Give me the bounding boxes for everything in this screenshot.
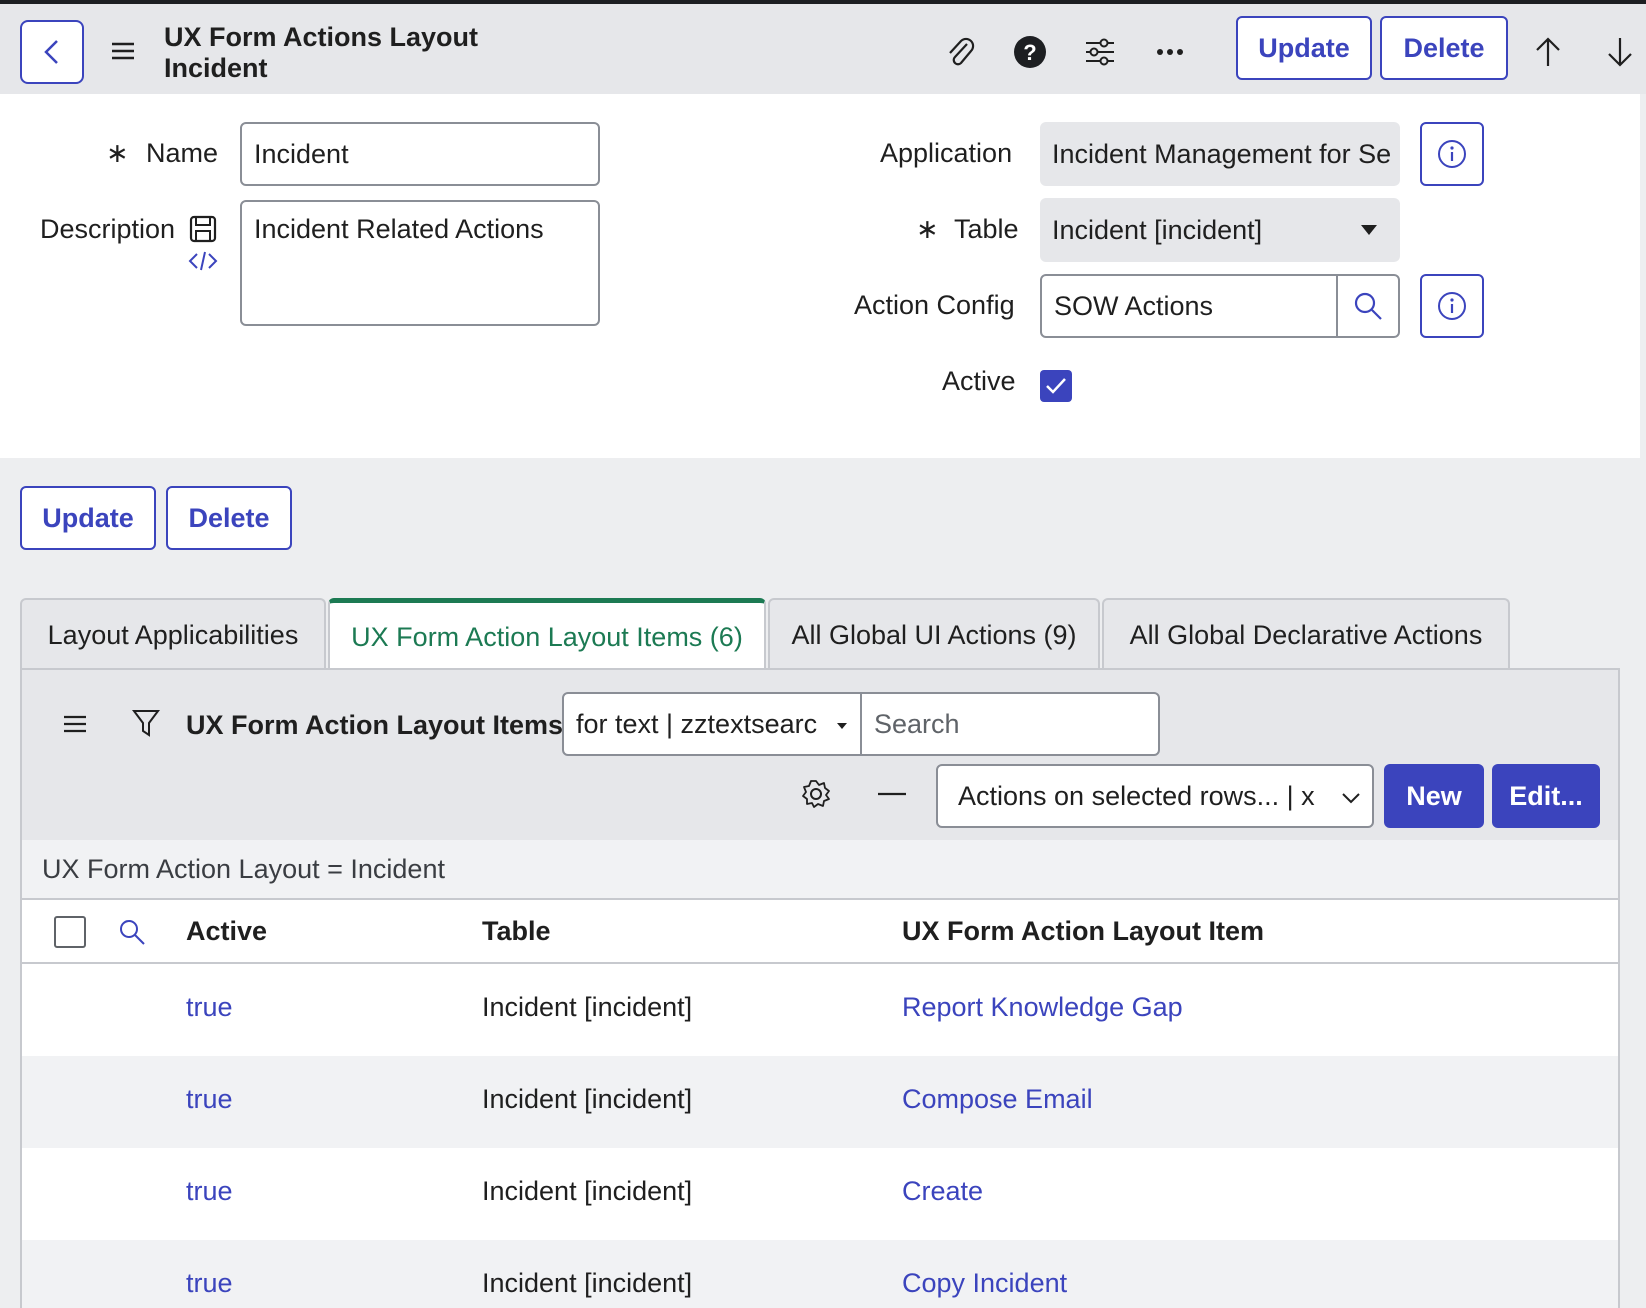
table-row: true Incident [incident] Report Knowledg… [22, 964, 1618, 1056]
row-table-value: Incident [incident] [482, 1268, 693, 1298]
list-menu-icon[interactable] [62, 712, 88, 736]
required-marker: ∗ [916, 214, 939, 244]
list-toolbar: UX Form Action Layout Items for text | z… [22, 670, 1618, 840]
row-item-link[interactable]: Compose Email [902, 1084, 1093, 1115]
settings-sliders-icon[interactable] [1080, 32, 1120, 72]
name-label: Name [146, 138, 219, 168]
chevron-down-icon [1342, 793, 1360, 804]
search-field-select[interactable]: for text | zztextsearc [562, 692, 862, 756]
back-button[interactable] [20, 20, 84, 84]
application-info-button[interactable] [1420, 122, 1484, 186]
table-label: Table [954, 214, 1019, 244]
column-header-table[interactable]: Table [482, 916, 551, 947]
table-row: true Incident [incident] Create [22, 1148, 1618, 1240]
caret-down-icon [1361, 225, 1377, 235]
application-field: Incident Management for Se [1040, 122, 1400, 186]
page-title-line2: Incident [164, 53, 268, 83]
list-title: UX Form Action Layout Items [186, 710, 564, 740]
info-icon [1438, 292, 1466, 320]
row-table-value: Incident [incident] [482, 1176, 693, 1206]
caret-down-icon [837, 723, 847, 729]
paperclip-icon[interactable] [940, 32, 980, 72]
row-table-value: Incident [incident] [482, 1084, 693, 1114]
row-active-link[interactable]: true [186, 1268, 233, 1299]
row-item-link[interactable]: Create [902, 1176, 983, 1207]
arrow-down-icon[interactable] [1600, 32, 1640, 72]
action-config-info-button[interactable] [1420, 274, 1484, 338]
list-breadcrumb[interactable]: UX Form Action Layout = Incident [22, 840, 1618, 900]
search-field-select-value: for text | zztextsearc [576, 708, 818, 739]
table-select-value: Incident [incident] [1052, 214, 1263, 245]
delete-button-bottom[interactable]: Delete [166, 486, 292, 550]
info-icon [1438, 140, 1466, 168]
filter-icon[interactable] [132, 708, 160, 738]
column-search-icon[interactable] [118, 918, 146, 946]
delete-button[interactable]: Delete [1380, 16, 1508, 80]
form-header: UX Form Actions Layout Incident ? Update… [0, 0, 1646, 94]
row-active-link[interactable]: true [186, 1176, 233, 1207]
required-marker: ∗ [106, 138, 129, 168]
row-item-link[interactable]: Report Knowledge Gap [902, 992, 1183, 1023]
search-icon [1354, 292, 1382, 320]
action-config-field[interactable]: SOW Actions [1040, 274, 1338, 338]
lookup-button[interactable] [1336, 274, 1400, 338]
page-title-line1: UX Form Actions Layout [164, 22, 479, 52]
row-table-value: Incident [incident] [482, 992, 693, 1022]
list-search-input[interactable]: Search [860, 692, 1160, 756]
chevron-left-icon [44, 40, 58, 64]
column-header-active[interactable]: Active [186, 916, 267, 947]
collapse-icon[interactable] [878, 792, 906, 796]
tab-all-global-ui-actions[interactable]: All Global UI Actions (9) [768, 598, 1100, 670]
save-icon[interactable] [188, 214, 218, 244]
table-row: true Incident [incident] Copy Incident [22, 1240, 1618, 1308]
tab-ux-form-action-layout-items[interactable]: UX Form Action Layout Items (6) [328, 598, 766, 672]
action-config-label: Action Config [854, 290, 1015, 320]
select-all-checkbox[interactable] [54, 916, 86, 948]
table-row: true Incident [incident] Compose Email [22, 1056, 1618, 1148]
row-item-link[interactable]: Copy Incident [902, 1268, 1067, 1299]
actions-select-value: Actions on selected rows... | x [958, 780, 1315, 811]
name-field[interactable]: Incident [240, 122, 600, 186]
more-options-icon[interactable] [1150, 32, 1190, 72]
gear-icon[interactable] [800, 778, 832, 810]
page-title: UX Form Actions Layout Incident [164, 22, 478, 84]
menu-icon[interactable] [110, 38, 136, 64]
code-icon[interactable] [188, 250, 218, 272]
record-form: ∗ Name Incident Description Incident Rel… [0, 94, 1640, 458]
list-column-headers: Active Table UX Form Action Layout Item [22, 900, 1618, 964]
edit-button[interactable]: Edit... [1492, 764, 1600, 828]
row-active-link[interactable]: true [186, 1084, 233, 1115]
help-icon[interactable]: ? [1010, 32, 1050, 72]
active-checkbox[interactable] [1040, 370, 1072, 402]
column-header-ux-form-action-layout-item[interactable]: UX Form Action Layout Item [902, 916, 1264, 947]
svg-text:?: ? [1023, 40, 1036, 65]
tab-layout-applicabilities[interactable]: Layout Applicabilities [20, 598, 326, 670]
new-button[interactable]: New [1384, 764, 1484, 828]
update-button[interactable]: Update [1236, 16, 1372, 80]
description-label: Description [40, 214, 176, 244]
related-list: UX Form Action Layout Items for text | z… [20, 668, 1620, 1308]
tab-all-global-declarative-actions[interactable]: All Global Declarative Actions [1102, 598, 1510, 670]
table-select[interactable]: Incident [incident] [1040, 198, 1400, 262]
update-button-bottom[interactable]: Update [20, 486, 156, 550]
row-active-link[interactable]: true [186, 992, 233, 1023]
description-field[interactable]: Incident Related Actions [240, 200, 600, 326]
active-label: Active [942, 366, 1016, 396]
checkmark-icon [1046, 378, 1066, 394]
application-label: Application [880, 138, 1013, 168]
actions-on-selected-rows-select[interactable]: Actions on selected rows... | x [936, 764, 1374, 828]
arrow-up-icon[interactable] [1528, 32, 1568, 72]
